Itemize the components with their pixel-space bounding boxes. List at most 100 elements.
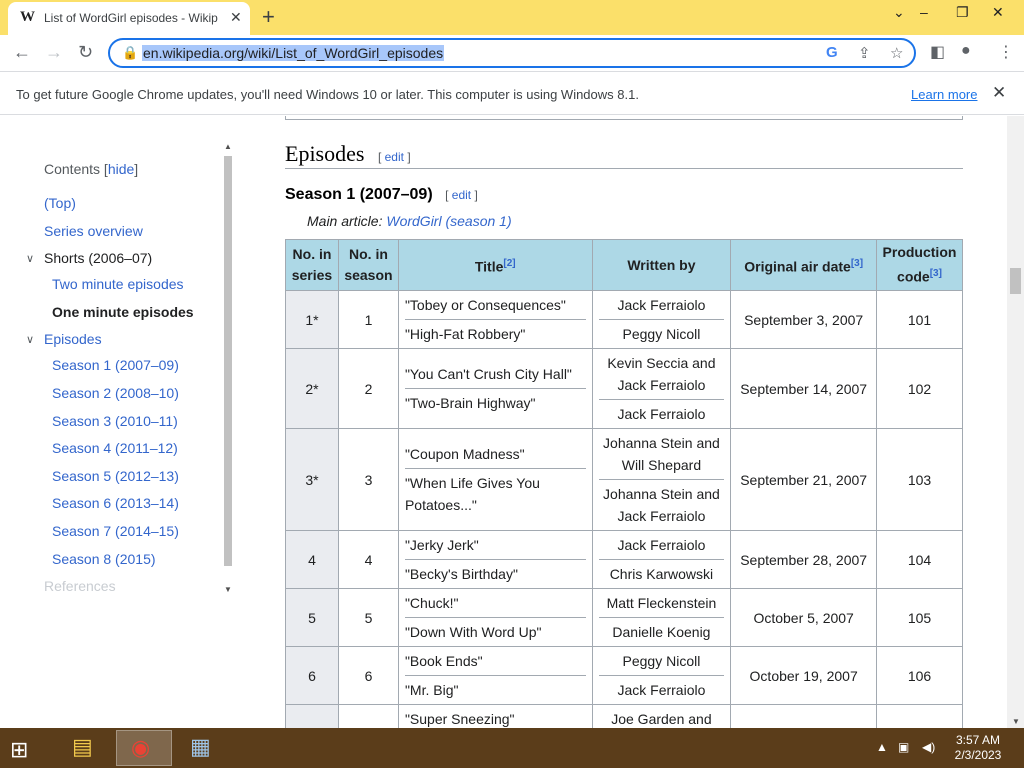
episode-writer: Kevin Seccia and Jack Ferraiolo (607, 355, 716, 393)
toc-item-episodes[interactable]: Episodes (44, 331, 102, 347)
file-explorer-button[interactable]: ▤ (58, 730, 114, 766)
tab-strip: W List of WordGirl episodes - Wikip ✕ + … (0, 0, 1024, 35)
restore-icon[interactable]: ❐ (956, 4, 969, 21)
toc-title: Contents (44, 161, 101, 177)
back-icon[interactable]: ← (13, 42, 31, 63)
cell-air-date: October 5, 2007 (730, 588, 877, 647)
header-no-season[interactable]: No. in season (337, 239, 399, 291)
episode-writer: Peggy Nicoll (622, 653, 701, 669)
toc-item-season-3[interactable]: Season 3 (2010–11) (52, 413, 178, 429)
wikipedia-page: Contents [hide] (Top) Series overview ∨ … (0, 116, 1024, 728)
toc-collapse-episodes-icon[interactable]: ∨ (26, 333, 34, 346)
toc-scrollbar[interactable]: ▲ ▼ (221, 140, 234, 598)
toc-item-season-4[interactable]: Season 4 (2011–12) (52, 440, 178, 456)
infobar-message: To get future Google Chrome updates, you… (16, 87, 639, 102)
learn-more-link[interactable]: Learn more (911, 87, 977, 102)
episode-title: "High-Fat Robbery" (404, 319, 586, 348)
table-row: 5 5 "Chuck!" "Down With Word Up" Matt Flecke… (285, 588, 964, 647)
section-edit-link[interactable]: edit (385, 150, 404, 164)
show-hidden-icons[interactable]: ▲ (876, 740, 888, 754)
header-prod-code[interactable]: Production code[3] (875, 239, 964, 291)
share-icon[interactable]: ⇪ (858, 44, 871, 62)
close-window-icon[interactable]: ✕ (992, 4, 1004, 21)
address-bar[interactable]: 🔒 en.wikipedia.org/wiki/List_of_WordGirl… (108, 38, 916, 68)
cell-title: "Super Sneezing" (397, 704, 593, 728)
episode-title: "Coupon Madness" (404, 446, 525, 462)
header-title[interactable]: Title[2] (397, 239, 593, 291)
close-tab-icon[interactable]: ✕ (230, 9, 242, 26)
menu-kebab-icon[interactable]: ⋮ (998, 42, 1014, 62)
toc-item-season-5[interactable]: Season 5 (2012–13) (52, 468, 179, 484)
browser-tab[interactable]: W List of WordGirl episodes - Wikip ✕ (8, 2, 250, 35)
cell-title: "Coupon Madness" "When Life Gives You Pot… (397, 428, 593, 531)
minimize-icon[interactable]: – (920, 4, 928, 20)
episodes-table: No. in series No. in season Title[2] Wri… (285, 239, 964, 728)
toc-item-one-minute[interactable]: One minute episodes (52, 304, 194, 320)
profile-avatar-icon[interactable]: ● (961, 42, 971, 60)
cell-air-date (730, 704, 877, 728)
toc-scroll-down-icon[interactable]: ▼ (224, 585, 232, 594)
side-panel-icon[interactable]: ◧ (930, 42, 945, 62)
cell-written-by: Kevin Seccia and Jack Ferraiolo Jack Ferr… (591, 348, 732, 429)
lock-icon[interactable]: 🔒 (122, 45, 138, 61)
page-scroll-down-icon[interactable]: ▼ (1012, 717, 1020, 726)
page-scroll-thumb[interactable] (1010, 268, 1021, 294)
google-lens-icon[interactable]: G (826, 44, 838, 61)
toc-item-season-2[interactable]: Season 2 (2008–10) (52, 385, 179, 401)
header-air-date-text: Original air date (744, 258, 851, 275)
chrome-taskbar-button[interactable]: ◉ (116, 730, 172, 766)
cell-prod-code: 106 (875, 646, 964, 705)
main-article-link[interactable]: WordGirl (season 1) (386, 213, 511, 229)
toc-collapse-shorts-icon[interactable]: ∨ (26, 252, 34, 265)
header-written-by[interactable]: Written by (591, 239, 732, 291)
tab-title: List of WordGirl episodes - Wikip (44, 11, 218, 25)
windows-start-icon[interactable]: ⊞ (10, 737, 28, 763)
toc-scroll-thumb[interactable] (224, 156, 232, 566)
episode-title: "You Can't Crush City Hall" (404, 366, 572, 382)
page-scrollbar[interactable]: ▼ (1007, 116, 1024, 728)
control-panel-button[interactable]: ▦ (176, 730, 232, 766)
close-infobar-icon[interactable]: ✕ (992, 83, 1006, 103)
tab-search-icon[interactable]: ⌄ (893, 4, 905, 21)
toc-item-shorts[interactable]: Shorts (2006–07) (44, 250, 152, 266)
network-icon[interactable]: ▣ (898, 740, 909, 754)
toc-item-season-8[interactable]: Season 8 (2015) (52, 551, 156, 567)
toc-item-season-7[interactable]: Season 7 (2014–15) (52, 523, 179, 539)
cell-title: "Tobey or Consequences" "High-Fat Robbery… (397, 290, 593, 349)
reload-icon[interactable]: ↻ (78, 42, 93, 63)
new-tab-icon[interactable]: + (262, 4, 275, 30)
toc-item-two-minute[interactable]: Two minute episodes (52, 276, 184, 292)
toc-item-season-6[interactable]: Season 6 (2013–14) (52, 495, 179, 511)
taskbar-clock[interactable]: 3:57 AM 2/3/2023 (946, 733, 1010, 763)
title-ref-link[interactable]: [2] (503, 258, 515, 269)
header-no-series[interactable]: No. in series (285, 239, 339, 291)
subsection-edit-link[interactable]: edit (452, 188, 471, 202)
main-article-prefix: Main article: (307, 213, 387, 229)
header-air-date[interactable]: Original air date[3] (730, 239, 877, 291)
cell-title: "Chuck!" "Down With Word Up" (397, 588, 593, 647)
episode-title: "Tobey or Consequences" (404, 297, 566, 313)
bookmark-star-icon[interactable]: ☆ (890, 44, 903, 62)
episode-title: "Jerky Jerk" (404, 537, 479, 553)
table-row: 1* 1 "Tobey or Consequences" "High-Fat Robb… (285, 290, 964, 349)
volume-icon[interactable]: ◀) (922, 740, 935, 754)
cell-no-season: 2 (337, 348, 399, 429)
air-date-ref-link[interactable]: [3] (851, 258, 863, 269)
previous-table-bottom (285, 116, 963, 120)
toc-item-references[interactable]: References (44, 578, 116, 594)
cell-title: "You Can't Crush City Hall" "Two-Brain Hi… (397, 348, 593, 429)
toc-item-top[interactable]: (Top) (44, 195, 76, 211)
heading-rule (285, 168, 963, 169)
prod-code-ref-link[interactable]: [3] (930, 268, 942, 279)
episode-title: "Two-Brain Highway" (404, 388, 586, 417)
toc-scroll-up-icon[interactable]: ▲ (224, 142, 232, 151)
toc-item-season-1[interactable]: Season 1 (2007–09) (52, 357, 179, 373)
forward-icon[interactable]: → (45, 42, 63, 63)
episode-title: "Becky's Birthday" (404, 559, 586, 588)
toc-hide-link[interactable]: hide (108, 161, 134, 177)
cell-no-series: 3* (285, 428, 339, 531)
episode-writer: Matt Fleckenstein (606, 595, 717, 611)
toc-item-series-overview[interactable]: Series overview (44, 223, 143, 239)
cell-no-season: 1 (337, 290, 399, 349)
url-text[interactable]: en.wikipedia.org/wiki/List_of_WordGirl_e… (142, 45, 445, 61)
